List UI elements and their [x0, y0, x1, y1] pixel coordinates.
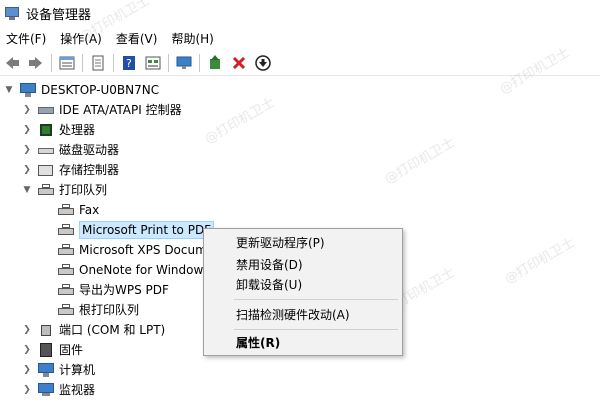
tree-child-label: Microsoft Print to PDF — [79, 221, 215, 239]
chevron-right-icon[interactable]: ❯ — [22, 325, 32, 335]
tree-item-label: 存储控制器 — [59, 163, 120, 177]
computer-icon — [20, 82, 36, 98]
chevron-down-icon[interactable]: ▼ — [22, 185, 32, 195]
help-icon[interactable]: ? — [119, 53, 139, 73]
title-bar: 设备管理器 — [0, 0, 600, 26]
tree-item-label: 端口 (COM 和 LPT) — [59, 323, 166, 337]
chevron-right-icon[interactable]: ❯ — [22, 125, 32, 135]
window-title: 设备管理器 — [26, 7, 92, 23]
menu-scan-hardware[interactable]: 扫描检测硬件改动(A) — [204, 305, 402, 325]
tree-child-label: OneNote for Window — [79, 263, 204, 277]
printer-icon — [58, 282, 74, 298]
tree-item-label: 处理器 — [59, 123, 96, 137]
context-menu: 更新驱动程序(P) 禁用设备(D) 卸载设备(U) 扫描检测硬件改动(A) 属性… — [203, 228, 403, 356]
tree-item[interactable]: ❯ IDE ATA/ATAPI 控制器 — [22, 100, 182, 120]
tree-item[interactable]: ❯ 存储控制器 — [22, 160, 119, 180]
tree-child[interactable]: Microsoft XPS Docum — [58, 240, 207, 260]
tree-item[interactable]: ▼ 打印队列 — [22, 180, 107, 200]
menu-view[interactable]: 查看(V) — [110, 30, 166, 47]
toolbar-separator — [82, 53, 83, 72]
disk-drive-icon — [38, 142, 54, 158]
tree-child-label: Microsoft XPS Docum — [79, 243, 207, 257]
printer-icon — [58, 242, 74, 258]
firmware-icon — [38, 342, 54, 358]
computer-icon — [38, 362, 54, 378]
print-queue-icon — [38, 182, 54, 198]
tree-child-selected[interactable]: Microsoft Print to PDF — [58, 220, 215, 240]
toolbar-separator — [113, 53, 114, 72]
tree-item[interactable]: ❯ 处理器 — [22, 120, 95, 140]
printer-icon — [58, 262, 74, 278]
tree-root[interactable]: ▼ DESKTOP-U0BN7NC — [4, 80, 159, 100]
tree-child-label: 根打印队列 — [79, 303, 140, 317]
tree-child[interactable]: OneNote for Window — [58, 260, 203, 280]
toolbar-separator — [199, 53, 200, 72]
chevron-right-icon[interactable]: ❯ — [22, 105, 32, 115]
chevron-right-icon[interactable]: ❯ — [22, 165, 32, 175]
tree-item-label: 磁盘驱动器 — [59, 143, 120, 157]
menu-help[interactable]: 帮助(H) — [165, 30, 221, 47]
tree-child[interactable]: 根打印队列 — [58, 300, 139, 320]
tree-item[interactable]: ❯ 磁盘驱动器 — [22, 140, 119, 160]
ide-controller-icon — [38, 102, 54, 118]
toolbar: ? — [0, 50, 600, 76]
tree-item-label: 打印队列 — [59, 183, 108, 197]
tree-child-label: Fax — [79, 203, 100, 217]
tree-item-label: 计算机 — [59, 363, 96, 377]
menu-separator — [234, 299, 398, 300]
tree-root-label: DESKTOP-U0BN7NC — [41, 83, 160, 97]
tree-item-label: IDE ATA/ATAPI 控制器 — [59, 103, 182, 117]
toolbar-separator — [168, 53, 169, 72]
forward-icon[interactable] — [26, 53, 46, 73]
chevron-down-icon[interactable]: ▼ — [4, 85, 14, 95]
tree-child-label: 导出为WPS PDF — [79, 283, 169, 297]
tree-child[interactable]: 导出为WPS PDF — [58, 280, 169, 300]
properties-icon[interactable] — [57, 53, 77, 73]
printer-icon — [58, 302, 74, 318]
chevron-right-icon[interactable]: ❯ — [22, 345, 32, 355]
chevron-right-icon[interactable]: ❯ — [22, 385, 32, 395]
menu-update-driver[interactable]: 更新驱动程序(P) — [204, 233, 402, 253]
chevron-right-icon[interactable]: ❯ — [22, 145, 32, 155]
document-icon[interactable] — [88, 53, 108, 73]
svg-text:?: ? — [126, 57, 132, 70]
tree-item[interactable]: ❯ 固件 — [22, 340, 83, 360]
menu-disable-device[interactable]: 禁用设备(D) — [204, 255, 402, 275]
menu-properties[interactable]: 属性(R) — [204, 333, 402, 353]
processor-icon — [38, 122, 54, 138]
tree-item[interactable]: ❯ 监视器 — [22, 380, 95, 400]
download-icon[interactable] — [253, 53, 273, 73]
tree-item[interactable]: ❯ 计算机 — [22, 360, 95, 380]
menu-separator — [234, 329, 398, 330]
scan-icon[interactable] — [174, 53, 194, 73]
tree-item-label: 固件 — [59, 343, 84, 357]
tree-item[interactable]: ❯ 端口 (COM 和 LPT) — [22, 320, 165, 340]
port-icon — [38, 322, 54, 338]
tree-child[interactable]: Fax — [58, 200, 99, 220]
menu-file[interactable]: 文件(F) — [0, 30, 54, 47]
menu-bar: 文件(F) 操作(A) 查看(V) 帮助(H) — [0, 27, 600, 49]
toolbar-separator — [51, 53, 52, 72]
printer-icon — [58, 202, 74, 218]
uninstall-icon[interactable] — [229, 53, 249, 73]
menu-uninstall-device[interactable]: 卸载设备(U) — [204, 275, 402, 295]
device-manager-icon — [4, 5, 20, 21]
chevron-right-icon[interactable]: ❯ — [22, 365, 32, 375]
storage-controller-icon — [38, 162, 54, 178]
update-driver-icon[interactable] — [205, 53, 225, 73]
monitor-icon — [38, 382, 54, 398]
view-icon[interactable] — [143, 53, 163, 73]
menu-action[interactable]: 操作(A) — [54, 30, 110, 47]
tree-item-label: 监视器 — [59, 383, 96, 397]
printer-icon — [58, 222, 74, 238]
back-icon[interactable] — [2, 53, 22, 73]
